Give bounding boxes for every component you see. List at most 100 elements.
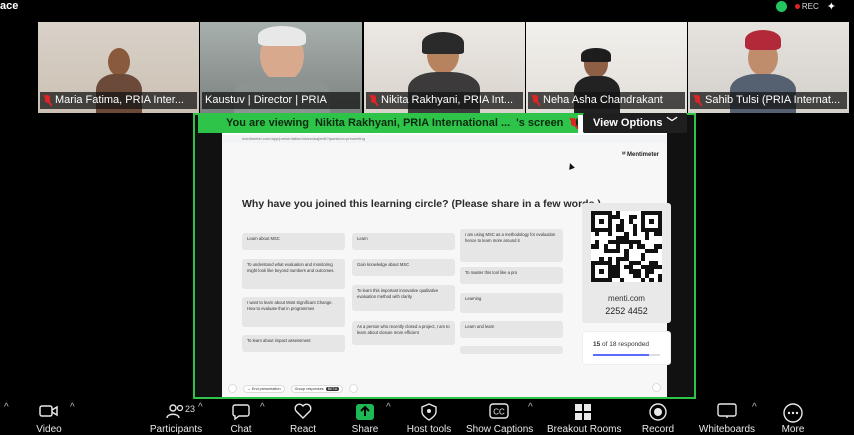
video-label: Video — [36, 424, 62, 435]
response-card: To master this tool like a pro — [460, 267, 563, 284]
share-screen-icon — [356, 404, 374, 420]
qr-code-icon — [591, 211, 662, 282]
recording-indicator[interactable]: REC — [794, 2, 819, 11]
breakout-label: Breakout Rooms — [547, 424, 622, 435]
mentimeter-slide: ᴹ Mentimeter Why have you joined this le… — [222, 143, 671, 397]
video-tile[interactable]: Neha Asha Chandrakant — [526, 22, 687, 113]
responded-progress-fill — [593, 354, 649, 356]
slide-question: Why have you joined this learning circle… — [242, 198, 601, 210]
hand-icon[interactable] — [652, 383, 661, 392]
participant-name-label: Kaustuv | Director | PRIA — [202, 92, 360, 109]
qr-module — [641, 277, 646, 282]
caret-up-icon[interactable]: ^ — [386, 402, 391, 413]
caret-up-icon[interactable]: ^ — [70, 402, 75, 413]
qr-module — [657, 265, 662, 270]
response-card: As a person who recently closed a projec… — [352, 321, 455, 345]
participants-button[interactable]: 23 Participants — [148, 399, 204, 435]
end-presentation-button[interactable]: → End presentation — [243, 384, 285, 393]
qr-module — [653, 248, 658, 253]
svg-text:CC: CC — [493, 408, 505, 417]
group-responses-toggle[interactable]: Group responses BETA — [290, 384, 344, 393]
whiteboard-icon — [717, 403, 737, 418]
back-arrow-icon[interactable] — [228, 384, 237, 393]
responded-text: 15 of 18 responded — [593, 341, 650, 348]
lightbulb-icon[interactable] — [349, 384, 359, 393]
show-captions-button[interactable]: CC Show Captions — [466, 399, 533, 435]
qr-module — [616, 248, 621, 253]
participant-name-label: Sahib Tulsi (PRIA Internat... — [690, 92, 847, 109]
whiteboards-button[interactable]: Whiteboards — [696, 399, 758, 435]
participant-name-label: Neha Asha Chandrakant — [528, 92, 685, 109]
video-strip: Maria Fatima, PRIA Inter... Kaustuv | Di… — [0, 22, 854, 113]
response-card — [460, 346, 563, 354]
qr-module — [649, 219, 654, 224]
shared-screen: mentimeter.com/app/presentation/alvesxka… — [193, 113, 696, 399]
qr-module — [657, 277, 662, 282]
mic-muted-icon — [531, 95, 540, 106]
qr-module — [599, 219, 604, 224]
caret-up-icon[interactable]: ^ — [198, 402, 203, 413]
qr-module — [607, 231, 612, 237]
qr-module — [599, 269, 604, 274]
breakout-grid-icon — [575, 404, 591, 420]
mic-muted-icon — [43, 95, 52, 106]
response-card: I want to learn about Most Significant C… — [242, 297, 345, 327]
caret-up-icon[interactable]: ^ — [528, 402, 533, 413]
record-button[interactable]: Record — [636, 399, 680, 435]
zoom-meeting-window: ace REC ✦ Maria Fatima, PRIA Inter... Ka… — [0, 0, 854, 435]
more-button[interactable]: More — [776, 399, 810, 435]
captions-cc-icon: CC — [489, 403, 509, 419]
share-screen-button[interactable]: Share — [344, 399, 386, 435]
responded-panel: 15 of 18 responded — [582, 331, 671, 365]
qr-module — [649, 269, 654, 274]
sparkle-icon[interactable]: ✦ — [827, 0, 836, 13]
video-tile[interactable]: Nikita Rakhyani, PRIA Int... — [364, 22, 525, 113]
join-info-panel: menti.com 2252 4452 — [582, 203, 671, 323]
mic-muted-icon — [369, 95, 378, 106]
host-tools-button[interactable]: Host tools — [404, 399, 454, 435]
view-options-button[interactable]: View Options ﹀ — [583, 113, 687, 133]
caret-up-icon[interactable]: ^ — [752, 402, 757, 413]
host-tools-label: Host tools — [406, 424, 452, 435]
video-button[interactable]: Video — [22, 399, 76, 435]
mic-muted-icon — [693, 95, 702, 106]
banner-sharer-name: Nikita Rakhyani, PRIA International ... — [314, 117, 511, 129]
qr-module — [641, 256, 646, 262]
share-right-margin — [667, 115, 694, 397]
more-dots-icon — [783, 403, 803, 423]
caret-up-icon[interactable]: ^ — [4, 402, 9, 413]
response-card: Learning — [460, 293, 563, 313]
participant-name-label: Maria Fatima, PRIA Inter... — [40, 92, 197, 109]
response-card: To learn about impact assessment — [242, 335, 345, 352]
response-card: Learn — [352, 233, 455, 250]
responded-progress — [593, 354, 660, 356]
video-tile[interactable]: Maria Fatima, PRIA Inter... — [38, 22, 199, 113]
chat-button[interactable]: Chat — [222, 399, 260, 435]
qr-module — [632, 231, 637, 237]
response-card: To understand what evaluation and monito… — [242, 259, 345, 289]
breakout-rooms-button[interactable]: Breakout Rooms — [547, 399, 622, 435]
qr-module — [632, 215, 637, 220]
more-label: More — [781, 424, 805, 435]
chevron-down-icon: ﹀ — [666, 117, 678, 129]
share-left-margin — [195, 115, 222, 397]
mentimeter-logo: ᴹ Mentimeter — [622, 152, 659, 158]
participants-label: Participants — [149, 424, 203, 435]
window-title: ace — [0, 0, 19, 12]
qr-module — [607, 277, 612, 282]
video-tile[interactable]: Sahib Tulsi (PRIA Internat... — [688, 22, 849, 113]
heart-icon — [294, 403, 312, 419]
video-tile-active[interactable]: Kaustuv | Director | PRIA — [200, 22, 362, 113]
qr-module — [595, 244, 600, 249]
rec-label: REC — [801, 2, 819, 11]
qr-module — [649, 277, 654, 282]
banner-prefix: You are viewing — [226, 117, 309, 129]
whiteboards-label: Whiteboards — [698, 424, 756, 435]
qr-module — [595, 231, 600, 237]
caret-up-icon[interactable]: ^ — [260, 402, 265, 413]
security-shield-icon[interactable] — [775, 1, 787, 12]
qr-module — [657, 244, 662, 249]
react-button[interactable]: React — [280, 399, 326, 435]
banner-suffix: 's screen — [516, 117, 564, 129]
response-card: Learn and learn — [460, 321, 563, 338]
